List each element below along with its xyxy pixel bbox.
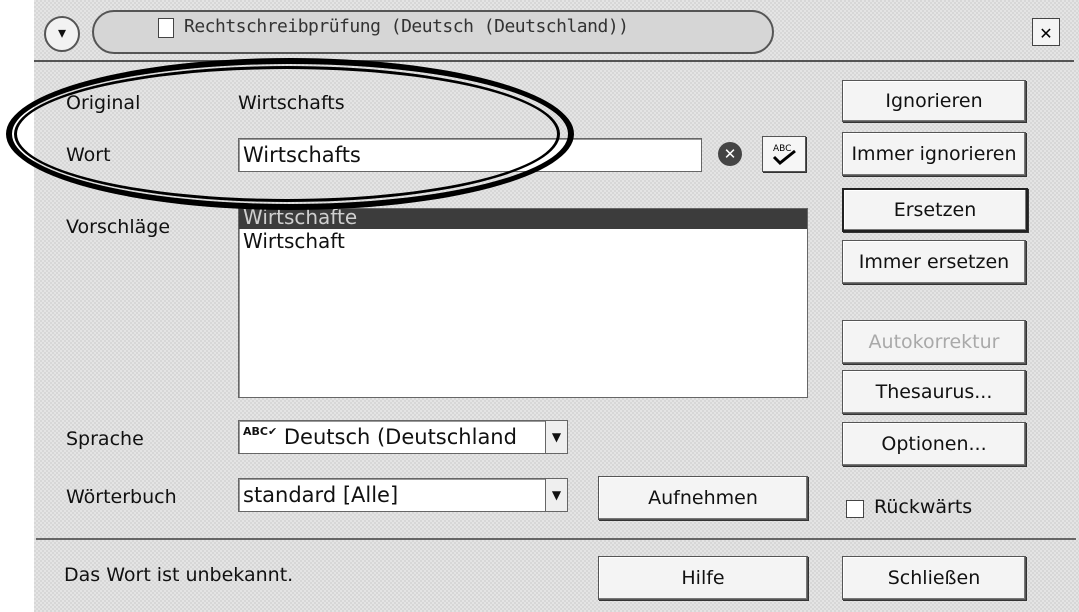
ignore-button[interactable]: Ignorieren [842, 80, 1026, 122]
language-label: Sprache [66, 428, 144, 450]
replace-always-button[interactable]: Immer ersetzen [842, 240, 1026, 284]
close-button[interactable]: ✕ [1032, 18, 1060, 46]
title-bar[interactable]: ▾ Rechtschreibprüfung (Deutsch (Deutschl… [34, 4, 1074, 62]
ignore-always-button[interactable]: Immer ignorieren [842, 132, 1026, 176]
language-select[interactable]: ABC✔ Deutsch (Deutschland ▼ [238, 420, 568, 454]
dictionary-select[interactable]: standard [Alle] ▼ [238, 478, 568, 512]
original-label: Original [66, 92, 141, 114]
clear-icon[interactable]: ✕ [718, 142, 742, 166]
divider [36, 538, 1076, 540]
thesaurus-button[interactable]: Thesaurus... [842, 370, 1026, 414]
spellcheck-button[interactable]: ABC [762, 136, 806, 172]
close-icon: ✕ [1039, 24, 1053, 43]
document-icon [158, 18, 174, 38]
language-spellcheck-icon: ABC✔ [243, 425, 278, 438]
help-button[interactable]: Hilfe [598, 556, 808, 600]
original-value: Wirtschafts [238, 92, 345, 114]
svg-text:ABC: ABC [773, 144, 791, 154]
add-to-dictionary-button[interactable]: Aufnehmen [598, 476, 808, 520]
window-title: Rechtschreibprüfung (Deutsch (Deutschlan… [184, 16, 629, 37]
options-button[interactable]: Optionen... [842, 422, 1026, 466]
dictionary-value: standard [Alle] [243, 483, 399, 507]
replace-button[interactable]: Ersetzen [842, 188, 1028, 232]
chevron-down-icon[interactable]: ▼ [545, 479, 567, 511]
status-text: Das Wort ist unbekannt. [64, 564, 294, 586]
word-input[interactable]: Wirtschafts [238, 138, 702, 172]
autocorrect-button[interactable]: Autokorrektur [842, 320, 1026, 364]
language-value: Deutsch (Deutschland [283, 425, 517, 449]
dictionary-label: Wörterbuch [66, 486, 177, 508]
suggestions-list[interactable]: Wirtschafte Wirtschaft [238, 208, 808, 398]
list-item[interactable]: Wirtschafte [239, 209, 807, 229]
backwards-label: Rückwärts [874, 496, 973, 518]
chevron-down-icon[interactable]: ▼ [545, 421, 567, 453]
suggestions-label: Vorschläge [66, 216, 171, 238]
window-menu-button[interactable]: ▾ [44, 16, 80, 52]
backwards-checkbox[interactable] [846, 500, 864, 518]
close-dialog-button[interactable]: Schließen [842, 556, 1026, 600]
list-item[interactable]: Wirtschaft [239, 229, 807, 253]
spellcheck-icon: ABC [772, 144, 796, 166]
wort-label: Wort [66, 144, 111, 166]
